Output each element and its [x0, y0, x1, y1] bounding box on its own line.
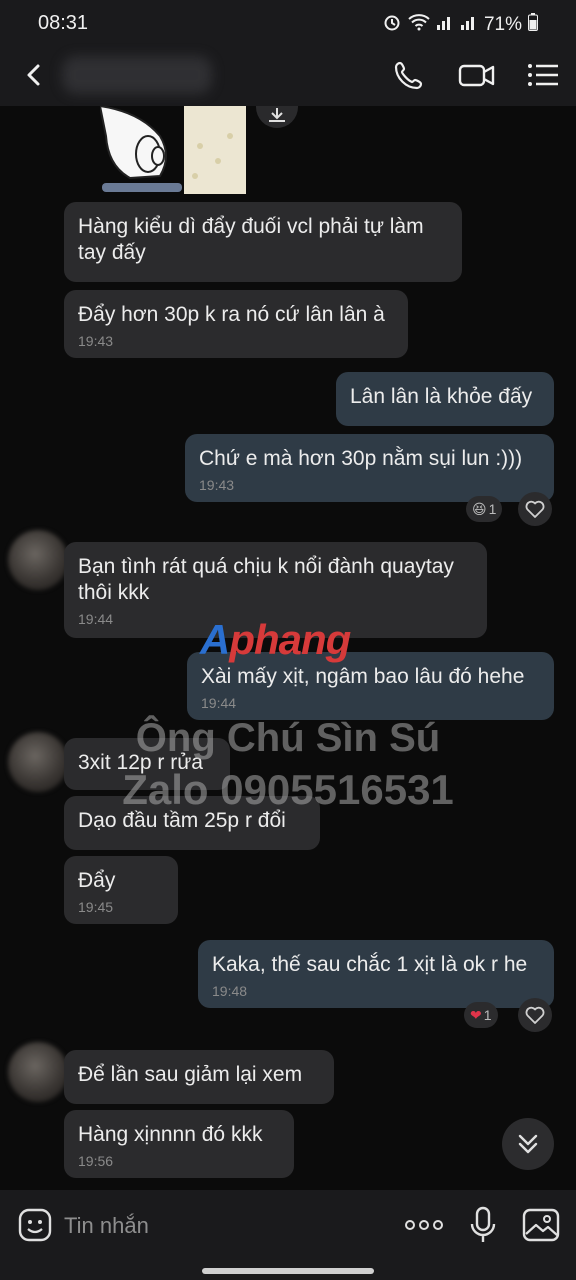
reaction-count: 1 — [483, 1007, 492, 1023]
message-list[interactable]: Hàng kiểu dì đẩy đuối vcl phải tự làm ta… — [0, 106, 576, 1190]
message-time: 19:43 — [78, 333, 114, 349]
like-button[interactable] — [518, 998, 552, 1032]
message-text: Để lần sau giảm lại xem — [78, 1063, 303, 1086]
message-text: Kaka, thế sau chắc 1 xịt là ok r he — [212, 953, 528, 976]
video-call-button[interactable] — [458, 58, 496, 92]
reaction-badge[interactable]: 😆 1 — [466, 496, 503, 522]
message-incoming[interactable]: Đẩy hơn 30p k ra nó cứ lân lân à 19:43 — [64, 290, 408, 358]
heart-outline-icon — [525, 1006, 545, 1024]
message-time: 19:43 — [199, 477, 235, 493]
emoji-button[interactable] — [18, 1208, 52, 1242]
video-icon — [458, 64, 495, 87]
message-time: 19:45 — [78, 899, 114, 915]
sticker-image[interactable] — [98, 106, 248, 196]
more-dots-icon — [405, 1220, 443, 1230]
call-button[interactable] — [392, 58, 426, 92]
message-composer — [0, 1190, 576, 1280]
home-indicator[interactable] — [202, 1268, 374, 1274]
battery-percent: 71% — [483, 14, 522, 35]
send-image-button[interactable] — [522, 1208, 560, 1242]
image-icon — [522, 1208, 560, 1242]
message-text: Lân lân là khỏe đấy — [350, 385, 533, 408]
message-time: 19:44 — [201, 695, 237, 711]
voice-message-button[interactable] — [468, 1206, 498, 1244]
wifi-icon — [408, 13, 430, 37]
battery-icon — [528, 13, 538, 37]
watermark-logo: Aphang — [200, 616, 351, 663]
message-outgoing[interactable]: Kaka, thế sau chắc 1 xịt là ok r he 19:4… — [198, 940, 554, 1008]
laugh-emoji-icon: 😆 — [472, 500, 487, 517]
back-arrow-icon — [27, 64, 40, 86]
signal-icon — [436, 13, 454, 37]
download-button[interactable] — [256, 106, 298, 128]
reaction-count: 1 — [488, 501, 497, 517]
smiley-icon — [18, 1208, 52, 1242]
watermark-line-1: Ông Chú Sìn Sú — [135, 716, 441, 760]
message-outgoing[interactable]: Lân lân là khỏe đấy — [336, 372, 554, 426]
alarm-icon — [382, 12, 402, 38]
message-incoming[interactable]: Hàng xịnnnn đó kkk 19:56 — [64, 1110, 294, 1178]
phone-icon — [394, 61, 423, 90]
download-icon — [269, 108, 285, 122]
menu-button[interactable] — [526, 58, 560, 92]
heart-outline-icon — [525, 500, 545, 518]
contact-name[interactable] — [62, 56, 212, 94]
message-input[interactable] — [64, 1208, 364, 1244]
message-text: Hàng kiểu dì đẩy đuối vcl phải tự làm ta… — [78, 215, 424, 264]
double-chevron-down-icon — [518, 1134, 538, 1154]
avatar[interactable] — [8, 1042, 68, 1102]
heart-emoji-icon: ❤ — [470, 1006, 482, 1023]
message-text: Hàng xịnnnn đó kkk — [78, 1123, 263, 1146]
status-time: 08:31 — [38, 12, 89, 34]
message-time: 19:48 — [212, 983, 248, 999]
more-options-button[interactable] — [404, 1212, 444, 1238]
status-bar: 08:31 71% — [0, 0, 576, 44]
status-icons: 71% — [382, 12, 538, 38]
scroll-to-bottom-button[interactable] — [502, 1118, 554, 1170]
back-button[interactable] — [18, 58, 52, 92]
message-text: Đẩy — [78, 869, 116, 892]
reaction-badge[interactable]: ❤ 1 — [464, 1002, 498, 1028]
message-time: 19:56 — [78, 1153, 114, 1169]
chat-header — [0, 44, 576, 106]
message-outgoing[interactable]: Chứ e mà hơn 30p nằm sụi lun :))) 19:43 — [185, 434, 554, 502]
message-incoming[interactable]: Đẩy 19:45 — [64, 856, 178, 924]
message-text: Chứ e mà hơn 30p nằm sụi lun :))) — [199, 447, 523, 470]
signal-icon-2 — [460, 13, 478, 37]
message-text: Xài mấy xịt, ngâm bao lâu đó hehe — [201, 665, 525, 688]
microphone-icon — [470, 1206, 496, 1242]
message-incoming[interactable]: Để lần sau giảm lại xem — [64, 1050, 334, 1104]
avatar[interactable] — [8, 530, 68, 590]
message-incoming[interactable]: Hàng kiểu dì đẩy đuối vcl phải tự làm ta… — [64, 202, 462, 282]
like-button[interactable] — [518, 492, 552, 526]
message-text: Đẩy hơn 30p k ra nó cứ lân lân à — [78, 303, 385, 326]
message-text: Bạn tình rát quá chịu k nổi đành quaytay… — [78, 555, 454, 604]
watermark-line-2: Zalo 0905516531 — [122, 766, 454, 813]
list-menu-icon — [528, 64, 558, 86]
